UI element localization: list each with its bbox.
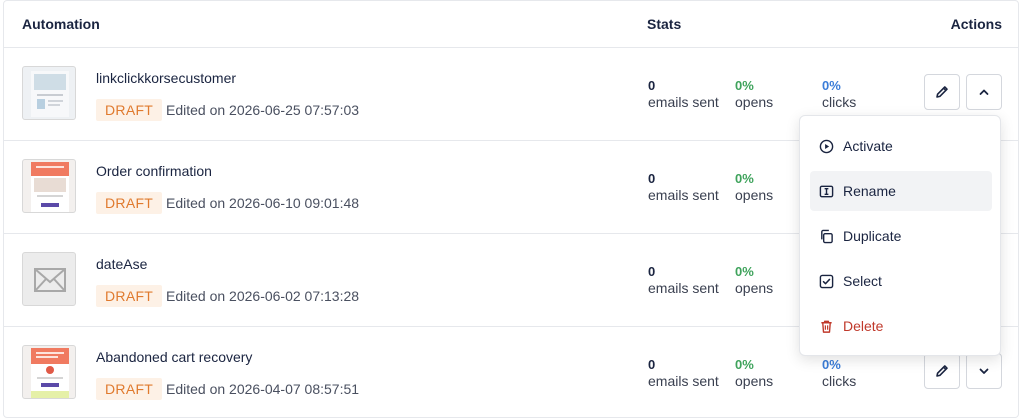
stat-opens: 0% opens [735,171,773,204]
more-actions-button[interactable] [966,353,1002,389]
emails-sent-value: 0 [648,78,656,93]
pencil-icon [936,365,948,377]
email-thumbnail[interactable] [22,252,76,306]
stat-clicks: 0% clicks [822,357,856,390]
status-badge: DRAFT [96,285,163,307]
edited-timestamp: Edited on 2026-06-25 07:57:03 [166,102,360,118]
status-badge: DRAFT [96,192,163,214]
emails-sent-value: 0 [648,171,656,186]
automation-name[interactable]: linkclickkorsecustomer [96,70,236,86]
email-thumbnail[interactable] [22,345,76,399]
status-badge: DRAFT [96,99,163,121]
stat-emails-sent: 0 emails sent [648,78,719,111]
emails-sent-label: emails sent [648,280,719,296]
automation-name[interactable]: Abandoned cart recovery [96,349,252,365]
clicks-label: clicks [822,373,857,389]
actions-dropdown-menu: Activate Rename Duplicate Select Delete [799,115,1001,356]
trash-icon [821,320,832,333]
clicks-label: clicks [822,94,857,110]
menu-item-delete[interactable]: Delete [810,306,992,346]
envelope-icon [34,268,66,292]
menu-item-label: Select [843,273,882,289]
header-actions: Actions [950,16,1002,32]
pencil-icon [936,86,948,98]
opens-value: 0% [735,264,754,279]
email-thumbnail[interactable] [22,159,76,213]
emails-sent-value: 0 [648,264,656,279]
header-stats: Stats [647,16,682,32]
opens-value: 0% [735,78,754,93]
table-header: Automation Stats Actions [4,1,1018,48]
email-thumbnail[interactable] [22,66,76,120]
header-automation: Automation [22,16,100,32]
menu-item-label: Delete [843,318,884,334]
opens-value: 0% [735,171,754,186]
edit-button[interactable] [924,74,960,110]
stat-emails-sent: 0 emails sent [648,357,719,390]
opens-label: opens [735,94,774,110]
play-circle-icon [819,139,834,153]
edited-timestamp: Edited on 2026-06-02 07:13:28 [166,288,360,304]
menu-item-select[interactable]: Select [810,261,992,301]
opens-value: 0% [735,357,754,372]
menu-item-rename[interactable]: Rename [810,171,992,211]
chevron-up-icon [979,89,989,95]
menu-item-label: Duplicate [843,228,902,244]
menu-item-activate[interactable]: Activate [810,126,992,166]
emails-sent-label: emails sent [648,373,719,389]
opens-label: opens [735,280,774,296]
menu-item-duplicate[interactable]: Duplicate [810,216,992,256]
text-cursor-icon [819,185,834,197]
edited-timestamp: Edited on 2026-04-07 08:57:51 [166,381,360,397]
automation-name[interactable]: Order confirmation [96,163,212,179]
edit-button[interactable] [924,353,960,389]
more-actions-button[interactable] [966,74,1002,110]
stat-opens: 0% opens [735,78,773,111]
opens-label: opens [735,373,774,389]
emails-sent-value: 0 [648,357,656,372]
stat-clicks: 0% clicks [822,78,856,111]
chevron-down-icon [979,368,989,374]
stat-emails-sent: 0 emails sent [648,171,719,204]
copy-icon [821,229,833,243]
stat-opens: 0% opens [735,357,773,390]
opens-label: opens [735,187,774,203]
checkbox-icon [819,274,834,288]
emails-sent-label: emails sent [648,94,719,110]
status-badge: DRAFT [96,378,163,400]
clicks-value: 0% [822,78,841,93]
menu-item-label: Rename [843,183,896,199]
clicks-value: 0% [822,357,841,372]
menu-item-label: Activate [843,138,893,154]
stat-emails-sent: 0 emails sent [648,264,719,297]
edited-timestamp: Edited on 2026-06-10 09:01:48 [166,195,360,211]
emails-sent-label: emails sent [648,187,719,203]
stat-opens: 0% opens [735,264,773,297]
automation-name[interactable]: dateAse [96,256,147,272]
